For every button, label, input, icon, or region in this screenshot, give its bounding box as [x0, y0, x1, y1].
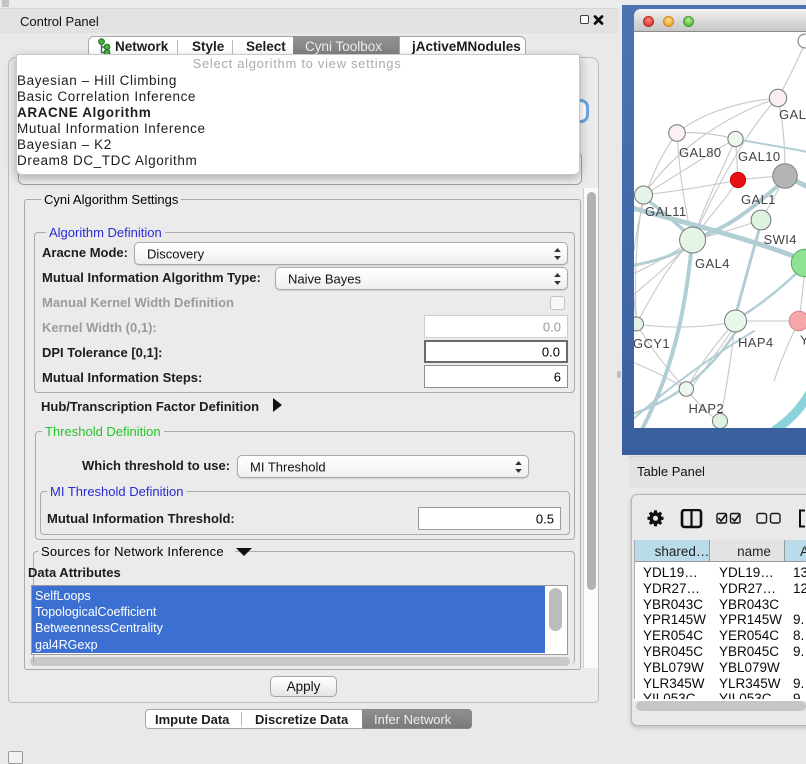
svg-text:GAL10: GAL10: [738, 149, 780, 164]
svg-text:SWI4: SWI4: [764, 232, 797, 247]
svg-text:GAL1: GAL1: [741, 192, 776, 207]
svg-text:GAL2: GAL2: [779, 107, 806, 122]
svg-text:GAL80: GAL80: [679, 145, 721, 160]
svg-text:HAP4: HAP4: [738, 335, 774, 350]
svg-text:GCY1: GCY1: [634, 336, 670, 351]
svg-text:HAP2: HAP2: [689, 401, 725, 416]
svg-text:Y: Y: [800, 333, 806, 348]
svg-text:GAL11: GAL11: [645, 204, 687, 219]
svg-text:GAL4: GAL4: [695, 256, 730, 271]
